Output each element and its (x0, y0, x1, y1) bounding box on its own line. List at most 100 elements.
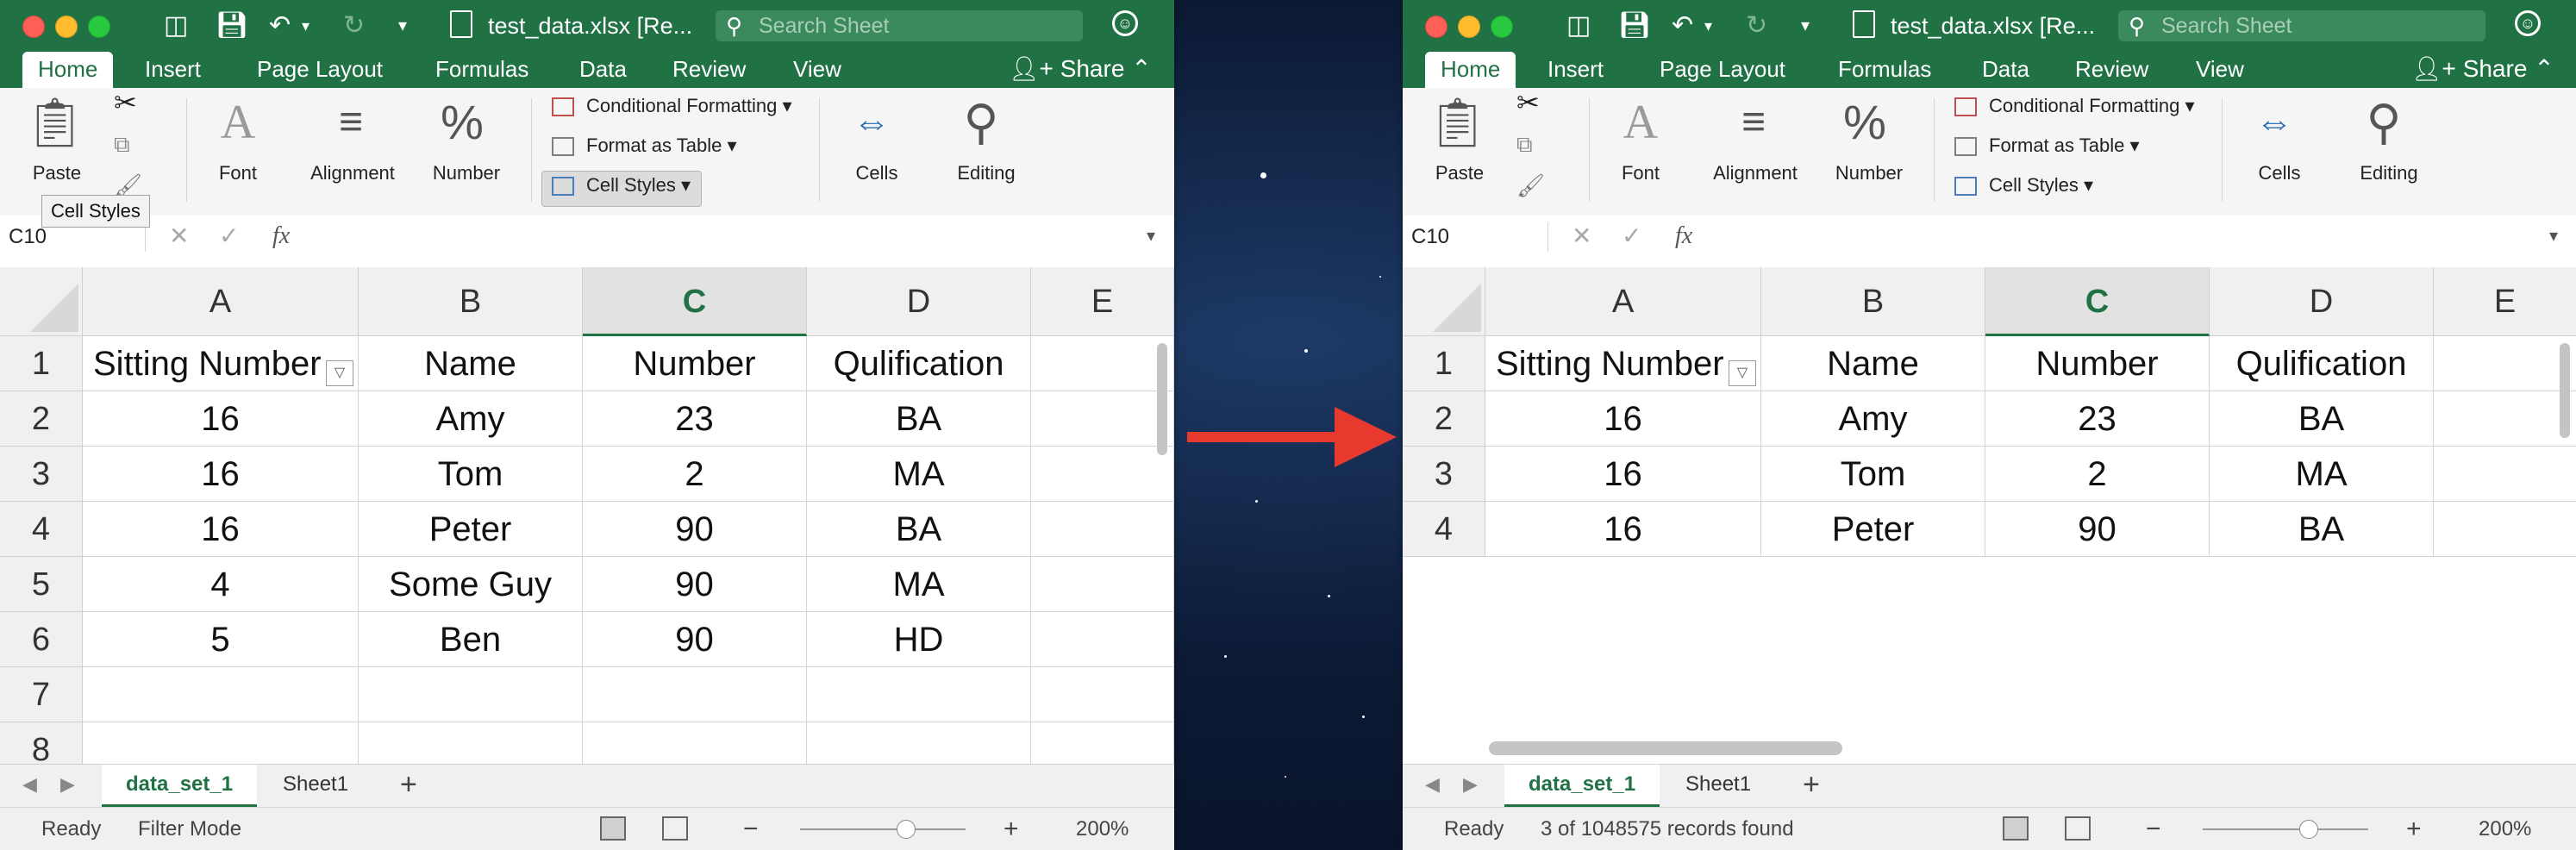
conditional-formatting-button[interactable]: Conditional Formatting ▾ (1954, 93, 2195, 119)
cell-d2[interactable]: BA (2210, 391, 2434, 447)
cell-a8[interactable] (83, 722, 359, 764)
cell-a6[interactable]: 5 (83, 612, 359, 667)
sheet-tab-sheet1[interactable]: Sheet1 (259, 765, 372, 804)
insert-function-icon[interactable]: fx (272, 221, 290, 252)
cell-c2[interactable]: 23 (1985, 391, 2210, 447)
editing-search-icon[interactable]: ⚲ (2358, 97, 2410, 148)
cell-b7[interactable] (359, 667, 583, 722)
cell-d2[interactable]: BA (807, 391, 1031, 447)
cell-c3[interactable]: 2 (583, 447, 807, 502)
tab-home[interactable]: Home (1425, 52, 1516, 88)
alignment-label[interactable]: Alignment (305, 162, 400, 184)
cell-d3[interactable]: MA (807, 447, 1031, 502)
tab-insert[interactable]: Insert (145, 52, 201, 88)
cell-styles-button[interactable]: Cell Styles ▾ (552, 172, 691, 198)
cell-b8[interactable] (359, 722, 583, 764)
tab-data[interactable]: Data (579, 52, 627, 88)
alignment-label[interactable]: Alignment (1708, 162, 1803, 184)
zoom-out-icon[interactable]: − (743, 816, 759, 842)
cells-icon[interactable]: ⇔ (841, 97, 902, 148)
zoom-slider-track[interactable] (800, 828, 966, 830)
zoom-window-button[interactable] (88, 16, 110, 38)
cell-a2[interactable]: 16 (83, 391, 359, 447)
undo-dropdown-icon[interactable]: ▾ (1704, 10, 1712, 41)
zoom-level[interactable]: 200% (1076, 816, 1129, 842)
tab-formulas[interactable]: Formulas (435, 52, 528, 88)
cell-d1[interactable]: Qulification (807, 336, 1031, 391)
worksheet-grid[interactable]: A B C D E 1 Sitting Number Name Number Qulificati… (0, 259, 1174, 764)
cancel-formula-icon[interactable]: ✕ (1572, 221, 1591, 252)
search-sheet-input[interactable]: ⚲ Search Sheet (716, 10, 1083, 41)
cell-styles-button[interactable]: Cell Styles ▾ (1954, 172, 2093, 198)
cell-d4[interactable]: BA (807, 502, 1031, 557)
next-sheet-icon[interactable]: ▶ (1463, 773, 1478, 796)
conditional-formatting-button[interactable]: Conditional Formatting ▾ (552, 93, 792, 119)
zoom-slider-knob[interactable] (2299, 820, 2318, 839)
cell-c4[interactable]: 90 (1985, 502, 2210, 557)
cell-c8[interactable] (583, 722, 807, 764)
save-icon[interactable]: 💾︎ (216, 10, 248, 41)
font-icon[interactable]: A (1610, 97, 1672, 148)
cell-b1[interactable]: Name (359, 336, 583, 391)
normal-view-icon[interactable] (600, 816, 626, 841)
number-label[interactable]: Number (428, 162, 505, 184)
font-label[interactable]: Font (1606, 162, 1675, 184)
column-header-a[interactable]: A (1485, 267, 1761, 336)
confirm-formula-icon[interactable]: ✓ (1622, 221, 1641, 252)
column-header-b[interactable]: B (359, 267, 583, 336)
paste-label[interactable]: Paste (1425, 162, 1494, 184)
cell-b4[interactable]: Peter (1761, 502, 1985, 557)
sidebar-toggle-icon[interactable]: ◫ (164, 10, 188, 41)
name-box[interactable]: C10 (1411, 222, 1548, 252)
cell-a4[interactable]: 16 (83, 502, 359, 557)
font-icon[interactable]: A (207, 97, 269, 148)
zoom-slider-knob[interactable] (897, 820, 916, 839)
cell-a3[interactable]: 16 (83, 447, 359, 502)
collapse-ribbon-icon[interactable]: ⌃ (1131, 55, 1151, 82)
cell-e1[interactable] (1031, 336, 1174, 391)
previous-sheet-icon[interactable]: ◀ (22, 773, 37, 796)
row-header[interactable]: 2 (1403, 391, 1485, 447)
paste-icon[interactable]: 📋︎ (24, 97, 85, 148)
row-header[interactable]: 5 (0, 557, 83, 612)
select-all-corner[interactable] (0, 267, 83, 336)
number-label[interactable]: Number (1830, 162, 1908, 184)
cell-c1[interactable]: Number (1985, 336, 2210, 391)
cell-e2[interactable] (2434, 391, 2576, 447)
cell-a1[interactable]: Sitting Number (1485, 336, 1761, 391)
horizontal-scrollbar[interactable] (1489, 741, 1842, 755)
select-all-corner[interactable] (1403, 267, 1485, 336)
cut-icon[interactable]: ✂ (1516, 89, 1540, 116)
cell-b3[interactable]: Tom (1761, 447, 1985, 502)
row-header[interactable]: 1 (0, 336, 83, 391)
cell-b6[interactable]: Ben (359, 612, 583, 667)
tab-view[interactable]: View (793, 52, 841, 88)
cell-e6[interactable] (1031, 612, 1174, 667)
editing-label[interactable]: Editing (2346, 162, 2432, 184)
editing-label[interactable]: Editing (943, 162, 1029, 184)
editing-search-icon[interactable]: ⚲ (955, 97, 1007, 148)
cell-e8[interactable] (1031, 722, 1174, 764)
redo-icon[interactable]: ↻ (343, 10, 365, 41)
cell-e4[interactable] (2434, 502, 2576, 557)
cell-d8[interactable] (807, 722, 1031, 764)
cells-icon[interactable]: ⇔ (2244, 97, 2304, 148)
minimize-window-button[interactable] (55, 16, 78, 38)
cell-c1[interactable]: Number (583, 336, 807, 391)
row-header[interactable]: 8 (0, 722, 83, 764)
cell-e4[interactable] (1031, 502, 1174, 557)
expand-formula-bar-icon[interactable]: ▾ (2549, 221, 2558, 252)
cell-d7[interactable] (807, 667, 1031, 722)
cells-label[interactable]: Cells (838, 162, 916, 184)
cell-a7[interactable] (83, 667, 359, 722)
cell-c2[interactable]: 23 (583, 391, 807, 447)
copy-icon[interactable]: ⧉ (114, 131, 130, 157)
cell-d3[interactable]: MA (2210, 447, 2434, 502)
zoom-window-button[interactable] (1491, 16, 1513, 38)
zoom-level[interactable]: 200% (2479, 816, 2531, 842)
cells-label[interactable]: Cells (2241, 162, 2318, 184)
zoom-out-icon[interactable]: − (2146, 816, 2161, 842)
row-header[interactable]: 2 (0, 391, 83, 447)
worksheet-grid[interactable]: A B C D E 1 Sitting Number Name Number Qulificati… (1403, 259, 2576, 764)
vertical-scrollbar[interactable] (1157, 343, 1167, 455)
